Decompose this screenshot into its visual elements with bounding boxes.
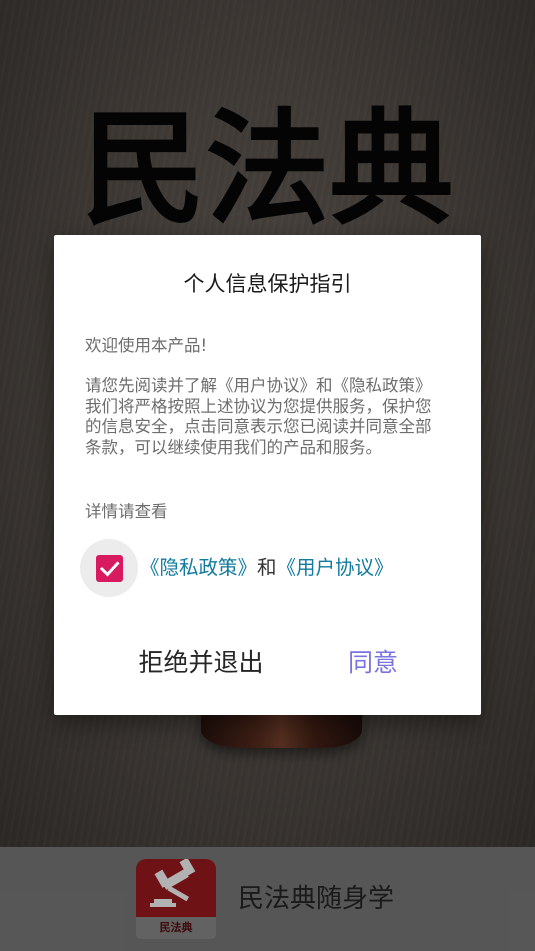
agree-button[interactable]: 同意 — [342, 641, 404, 685]
consent-row: 《隐私政策》和《用户协议》 — [80, 539, 460, 599]
user-agreement-link[interactable]: 《用户协议》 — [277, 556, 394, 579]
dialog-title: 个人信息保护指引 — [183, 272, 352, 296]
agreement-description: 请您先阅读并了解《用户协议》和《隐私政策》我们将严格按照上述协议为您提供服务，保… — [85, 376, 432, 457]
privacy-dialog: 个人信息保护指引 欢迎使用本产品! 请您先阅读并了解《用户协议》和《隐私政策》我… — [54, 235, 481, 715]
consent-checkbox[interactable] — [96, 555, 123, 582]
consent-conjunction: 和 — [257, 556, 277, 579]
consent-text: 《隐私政策》和《用户协议》 — [140, 554, 394, 582]
checkmark-icon — [99, 561, 120, 577]
reject-exit-button[interactable]: 拒绝并退出 — [137, 641, 265, 685]
welcome-text: 欢迎使用本产品! — [85, 336, 208, 355]
details-label: 详情请查看 — [85, 502, 168, 521]
screen: 民法典 民法典 民法典随身学 个人信息保护指引 欢迎使用本产品! 请您先阅读并了… — [0, 0, 535, 951]
privacy-policy-link[interactable]: 《隐私政策》 — [140, 556, 257, 579]
